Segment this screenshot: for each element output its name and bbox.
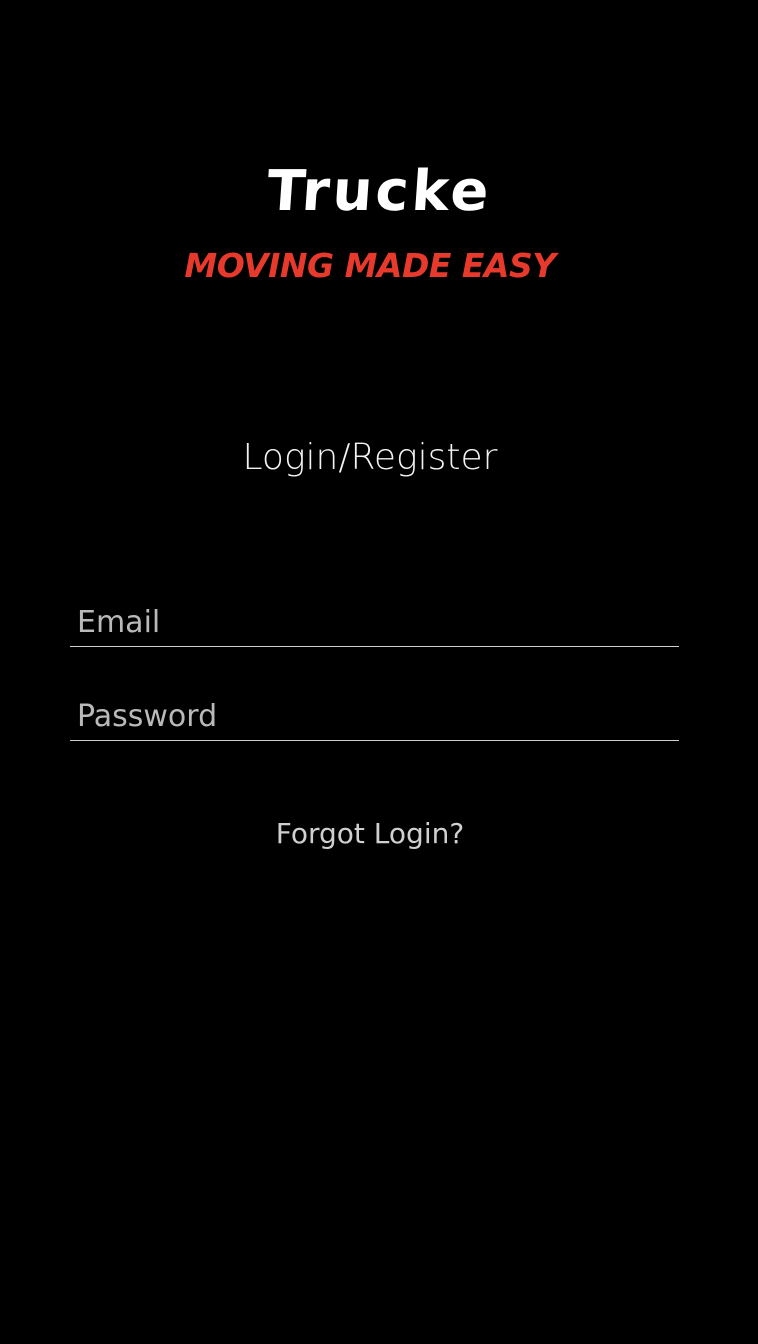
forgot-login-link[interactable]: Forgot Login? [276,817,464,850]
page-title: Login/Register [242,437,498,478]
password-field-container [70,692,679,741]
logo-wordmark: Trucke [264,159,494,224]
email-field-container [70,598,679,647]
app-logo: Trucke [0,159,758,224]
email-field[interactable] [70,598,679,646]
tagline: MOVING MADE EASY [184,246,556,285]
forgot-login-container: Forgot Login? [0,814,740,854]
password-field[interactable] [70,692,679,740]
